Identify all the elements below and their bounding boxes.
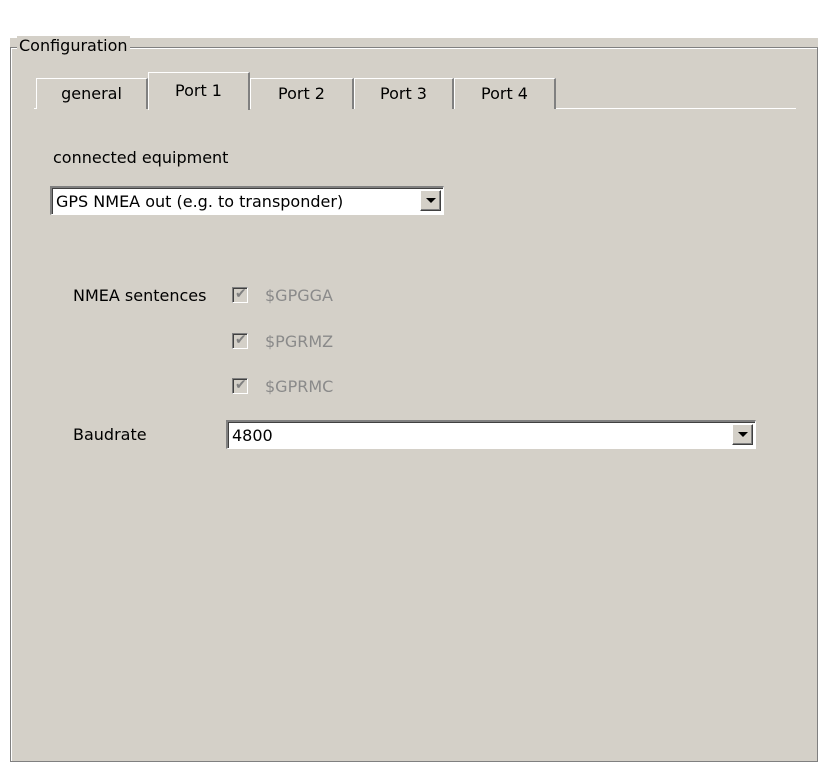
tab-port-1[interactable]: Port 1	[148, 72, 250, 110]
chevron-down-icon[interactable]	[420, 190, 441, 211]
gprmc-label: $GPRMC	[265, 377, 334, 396]
tab-port-3[interactable]: Port 3	[354, 78, 454, 109]
baudrate-label: Baudrate	[73, 425, 147, 444]
checkmark-icon: ✔	[235, 286, 247, 302]
connected-equipment-select[interactable]: GPS NMEA out (e.g. to transponder)	[50, 186, 444, 215]
chevron-down-icon[interactable]	[732, 424, 753, 445]
pgrmz-label: $PGRMZ	[265, 332, 334, 351]
nmea-sentences-label: NMEA sentences	[73, 286, 207, 305]
connected-equipment-value: GPS NMEA out (e.g. to transponder)	[56, 192, 344, 211]
gprmc-checkbox[interactable]: ✔	[232, 377, 248, 394]
tab-general[interactable]: general	[36, 78, 148, 109]
tab-port-2[interactable]: Port 2	[250, 78, 354, 109]
connected-equipment-label: connected equipment	[53, 148, 229, 167]
gpgga-checkbox[interactable]: ✔	[232, 286, 248, 303]
pgrmz-checkbox[interactable]: ✔	[232, 332, 248, 349]
gpgga-label: $GPGGA	[265, 286, 333, 305]
baudrate-select[interactable]: 4800	[226, 420, 756, 449]
tab-port-4[interactable]: Port 4	[454, 78, 556, 109]
checkmark-icon: ✔	[235, 377, 247, 393]
arrow-glyph	[426, 198, 436, 203]
configuration-dialog: Configuration general Port 1 Port 2 Port…	[0, 0, 826, 764]
baudrate-value: 4800	[232, 426, 273, 445]
arrow-glyph	[738, 432, 748, 437]
groupbox-title: Configuration	[17, 36, 130, 56]
checkmark-icon: ✔	[235, 332, 247, 348]
